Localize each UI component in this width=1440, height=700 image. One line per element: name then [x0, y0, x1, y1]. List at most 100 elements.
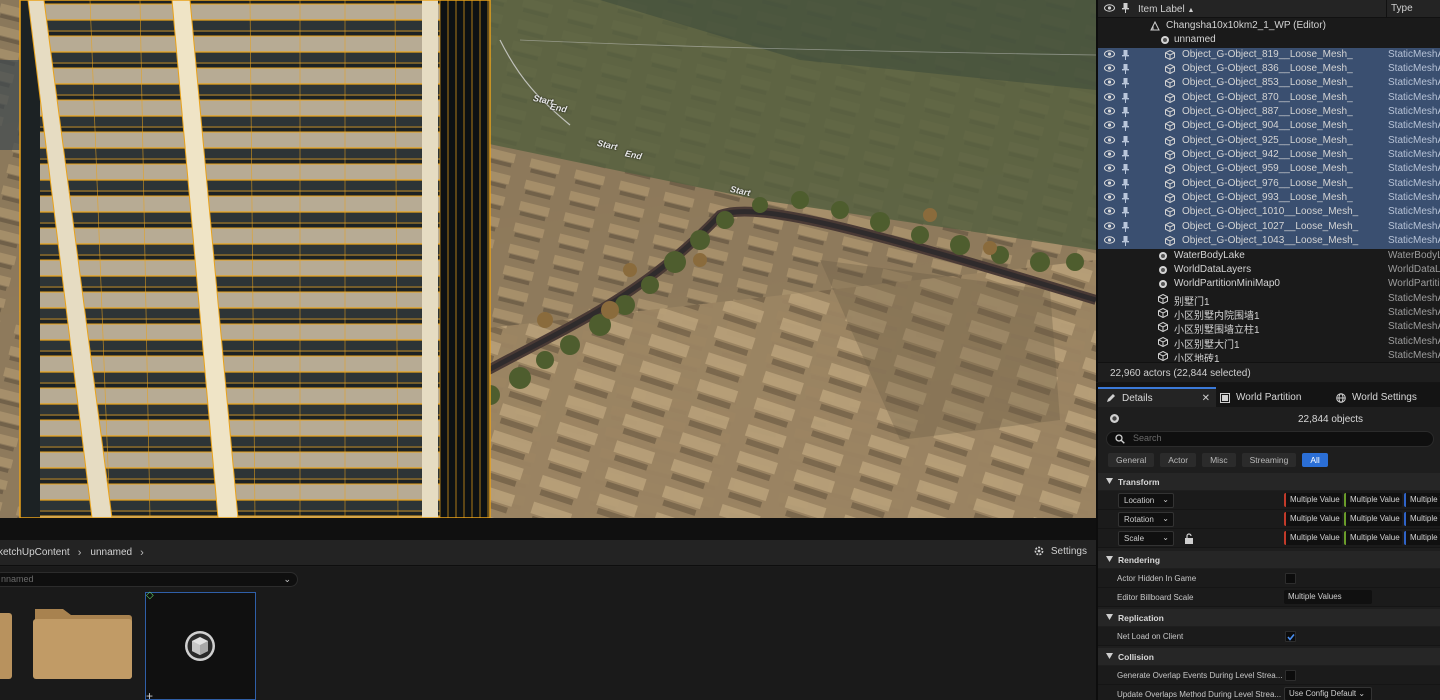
billboard-scale-field[interactable]: Multiple Values [1284, 590, 1372, 604]
pin-icon[interactable] [1122, 221, 1129, 235]
chevron-right-icon[interactable]: › [140, 547, 144, 559]
filter-all[interactable]: All [1302, 453, 1328, 467]
settings-button[interactable]: Settings [1033, 545, 1087, 557]
outliner-actor-row[interactable]: WorldDataLayers WorldDataLa [1098, 263, 1440, 277]
section-transform[interactable]: Transform [1098, 473, 1440, 490]
eye-icon[interactable] [1104, 164, 1115, 175]
eye-icon[interactable] [1104, 136, 1115, 147]
rotation-x-field[interactable]: Multiple Value [1284, 512, 1342, 526]
outliner-actor-row[interactable]: WorldPartitionMiniMap0 WorldPartiti [1098, 277, 1440, 291]
folder-icon[interactable] [0, 607, 14, 679]
scale-y-field[interactable]: Multiple Value [1344, 531, 1402, 545]
pin-icon[interactable] [1122, 64, 1129, 77]
rotation-mode-dropdown[interactable]: Rotation ⌄ [1118, 512, 1174, 527]
tab-world-settings[interactable]: World Settings [1336, 388, 1417, 407]
pin-icon[interactable] [1122, 121, 1129, 134]
item-label-column-header[interactable]: Item Label ▲ [1138, 4, 1194, 15]
eye-icon[interactable] [1104, 4, 1115, 12]
pin-icon[interactable] [1122, 107, 1129, 120]
chevron-right-icon[interactable]: › [78, 547, 82, 559]
outliner-actor-row[interactable]: Object_G-Object_993__Loose_Mesh_ StaticMe… [1098, 191, 1440, 206]
eye-icon[interactable] [1104, 93, 1115, 104]
scale-z-field[interactable]: Multiple Value [1404, 531, 1440, 545]
details-search-input[interactable]: Search [1106, 431, 1434, 447]
outliner-actor-row[interactable]: Object_G-Object_836__Loose_Mesh_ StaticMe… [1098, 62, 1440, 77]
actor-hidden-checkbox[interactable] [1285, 573, 1296, 584]
eye-icon[interactable] [1104, 150, 1115, 161]
filter-actor[interactable]: Actor [1160, 453, 1197, 467]
eye-icon[interactable] [1104, 236, 1115, 247]
eye-icon[interactable] [1104, 107, 1115, 118]
path-dropdown[interactable]: nnamed ⌄ [0, 572, 298, 587]
type-column-header[interactable]: Type [1386, 0, 1413, 18]
outliner-actor-row[interactable]: 小区别墅内院围墙1 StaticMeshA [1098, 306, 1440, 322]
pin-icon[interactable] [1122, 178, 1129, 192]
location-y-field[interactable]: Multiple Value [1344, 493, 1402, 507]
section-replication[interactable]: Replication [1098, 609, 1440, 626]
section-rendering[interactable]: Rendering [1098, 551, 1440, 568]
outliner-actor-row[interactable]: Object_G-Object_1010__Loose_Mesh_ StaticM… [1098, 205, 1440, 220]
section-collision[interactable]: Collision [1098, 648, 1440, 665]
scale-x-field[interactable]: Multiple Value [1284, 531, 1342, 545]
location-z-field[interactable]: Multiple Value [1404, 493, 1440, 507]
outliner-actor-row[interactable]: 小区别墅围墙立柱1 StaticMeshA [1098, 320, 1440, 336]
scale-mode-dropdown[interactable]: Scale ⌄ [1118, 531, 1174, 546]
outliner-actor-row[interactable]: Object_G-Object_1043__Loose_Mesh_ StaticM… [1098, 234, 1440, 249]
filter-streaming[interactable]: Streaming [1241, 453, 1297, 467]
outliner-actor-row[interactable]: Object_G-Object_959__Loose_Mesh_ StaticMe… [1098, 162, 1440, 177]
pin-icon[interactable] [1122, 193, 1129, 206]
close-icon[interactable]: ✕ [1202, 393, 1210, 404]
pin-icon[interactable] [1122, 150, 1129, 163]
outliner-actor-row[interactable]: Object_G-Object_925__Loose_Mesh_ StaticMe… [1098, 133, 1440, 149]
net-load-checkbox[interactable] [1285, 631, 1296, 642]
outliner-world-row[interactable]: Changsha10x10km2_1_WP (Editor) [1098, 19, 1440, 33]
filter-general[interactable]: General [1108, 453, 1155, 467]
outliner-actor-row[interactable]: Object_G-Object_976__Loose_Mesh_ StaticMe… [1098, 176, 1440, 192]
filter-misc[interactable]: Misc [1202, 453, 1236, 467]
outliner-actor-row[interactable]: Object_G-Object_819__Loose_Mesh_ StaticMe… [1098, 47, 1440, 63]
outliner-actor-row[interactable]: Object_G-Object_853__Loose_Mesh_ StaticMe… [1098, 76, 1440, 91]
actor-label: Object_G-Object_853__Loose_Mesh_ [1182, 77, 1353, 89]
pin-icon[interactable] [1122, 164, 1129, 177]
outliner-actor-row[interactable]: Object_G-Object_1027__Loose_Mesh_ StaticM… [1098, 219, 1440, 235]
outliner-actor-row[interactable]: Object_G-Object_870__Loose_Mesh_ StaticMe… [1098, 90, 1440, 106]
generate-overlap-checkbox[interactable] [1285, 670, 1296, 681]
pin-icon[interactable] [1122, 92, 1129, 106]
folder-icon[interactable] [33, 605, 133, 679]
location-x-field[interactable]: Multiple Value [1284, 493, 1342, 507]
actor-type: StaticMeshA [1388, 48, 1440, 60]
eye-icon[interactable] [1104, 64, 1115, 75]
rotation-z-field[interactable]: Multiple Value [1404, 512, 1440, 526]
location-mode-dropdown[interactable]: Location ⌄ [1118, 493, 1174, 508]
pin-icon[interactable] [1122, 236, 1129, 249]
eye-icon[interactable] [1104, 121, 1115, 132]
breadcrumb-item[interactable]: ketchUpContent [0, 547, 70, 558]
tab-world-partition[interactable]: World Partition [1220, 388, 1301, 407]
tab-details[interactable]: Details ✕ [1098, 387, 1216, 407]
outliner-actor-row[interactable]: Object_G-Object_904__Loose_Mesh_ StaticMe… [1098, 119, 1440, 134]
update-overlaps-dropdown[interactable]: Use Config Default ⌄ [1284, 687, 1372, 700]
pin-icon[interactable] [1122, 49, 1129, 63]
eye-icon[interactable] [1104, 179, 1115, 190]
outliner-actor-row[interactable]: Object_G-Object_942__Loose_Mesh_ StaticMe… [1098, 148, 1440, 163]
pin-icon[interactable] [1122, 207, 1129, 220]
outliner-actor-row[interactable]: 小区别墅大门1 StaticMeshA [1098, 335, 1440, 351]
pin-icon[interactable] [1122, 78, 1129, 91]
eye-icon[interactable] [1104, 49, 1115, 61]
static-mesh-asset-tile[interactable]: ◇ + [145, 590, 256, 700]
eye-icon[interactable] [1104, 78, 1115, 89]
pin-icon[interactable] [1122, 135, 1129, 149]
eye-icon[interactable] [1104, 207, 1115, 218]
level-viewport[interactable]: Start End Start End Start [0, 0, 1096, 518]
rotation-y-field[interactable]: Multiple Value [1344, 512, 1402, 526]
outliner-actor-row[interactable]: Object_G-Object_887__Loose_Mesh_ StaticMe… [1098, 105, 1440, 120]
breadcrumb-item[interactable]: unnamed [90, 547, 132, 558]
eye-icon[interactable] [1104, 222, 1115, 233]
lock-icon[interactable] [1184, 533, 1194, 544]
outliner-actor-row[interactable]: 别墅门1 StaticMeshA [1098, 292, 1440, 308]
pin-icon[interactable] [1122, 3, 1129, 13]
outliner-actor-row[interactable]: WaterBodyLake WaterBodyL [1098, 249, 1440, 263]
static-mesh-icon [1158, 307, 1168, 321]
eye-icon[interactable] [1104, 193, 1115, 204]
outliner-folder-row[interactable]: unnamed [1098, 33, 1440, 47]
